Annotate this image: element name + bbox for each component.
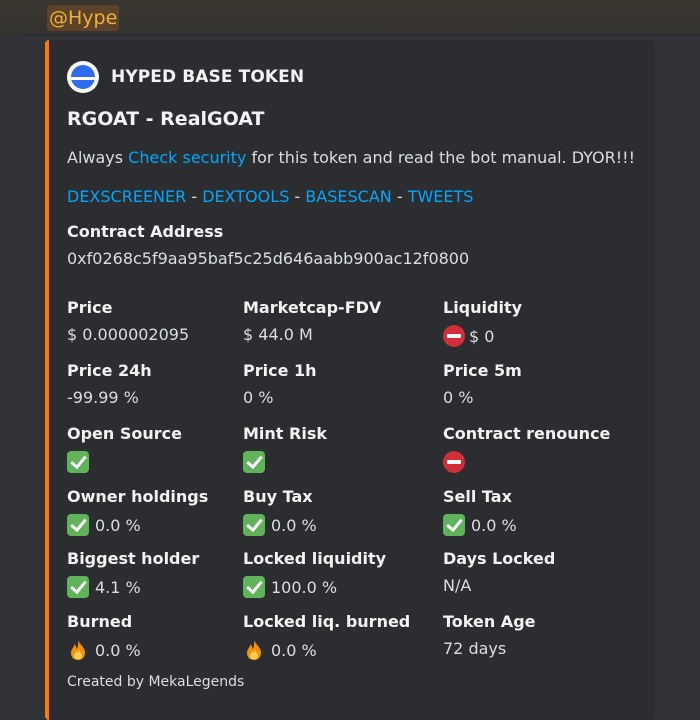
field-value-text: 0 %: [443, 388, 474, 407]
field-name-buy-tax: Buy Tax: [243, 487, 313, 506]
field-value-biggest-holder: 4.1 %: [67, 576, 141, 598]
field-value-text: N/A: [443, 576, 472, 595]
field-value-text: 0.0 %: [471, 515, 517, 535]
field-value-price-5m: 0 %: [443, 388, 473, 407]
field-value-burned: 0.0 %: [67, 639, 141, 661]
field-value-text: 0.0 %: [95, 640, 141, 660]
field-name-price-24h: Price 24h: [67, 361, 152, 380]
field-name-days-locked: Days Locked: [443, 549, 556, 568]
check-icon: [243, 514, 265, 536]
field-value-text: $ 0: [469, 326, 495, 346]
field-value-text: 0 %: [243, 388, 274, 407]
embed-description: Always Check security for this token and…: [67, 148, 635, 167]
link-separator: -: [391, 187, 408, 206]
field-name-price-5m: Price 5m: [443, 361, 522, 380]
link-separator: -: [289, 187, 306, 206]
field-name-sell-tax: Sell Tax: [443, 487, 512, 506]
field-name-owner-holdings: Owner holdings: [67, 487, 209, 506]
link-separator: -: [186, 187, 203, 206]
contract-address-label: Contract Address: [67, 222, 224, 241]
field-value-price: $ 0.000002095: [67, 325, 189, 344]
field-value-owner-holdings: 0.0 %: [67, 514, 141, 536]
field-value-sell-tax: 0.0 %: [443, 514, 517, 536]
field-name-biggest-holder: Biggest holder: [67, 549, 200, 568]
token-embed: HYPED BASE TOKEN RGOAT - RealGOAT Always…: [45, 40, 655, 720]
field-value-price-24h: -99.99 %: [67, 388, 139, 407]
description-prefix: Always: [67, 148, 129, 167]
fire-icon: [243, 639, 265, 661]
tweets-link[interactable]: TWEETS: [408, 187, 474, 206]
field-name-open-source: Open Source: [67, 424, 182, 443]
check-icon: [243, 576, 265, 598]
field-name-burned: Burned: [67, 612, 133, 631]
field-value-text: 0.0 %: [271, 515, 317, 535]
field-value-mint-risk: [243, 451, 271, 473]
field-value-days-locked: N/A: [443, 576, 471, 595]
check-icon: [67, 451, 89, 473]
field-value-token-age: 72 days: [443, 639, 506, 658]
field-value-liquidity: $ 0: [443, 325, 494, 347]
field-name-locked-liquidity: Locked liquidity: [243, 549, 387, 568]
field-value-text: -99.99 %: [67, 388, 139, 407]
embed-author: HYPED BASE TOKEN: [111, 67, 305, 87]
field-value-locked-liquidity: 100.0 %: [243, 576, 337, 598]
contract-address-value[interactable]: 0xf0268c5f9aa95baf5c25d646aabb900ac12f08…: [67, 249, 469, 268]
external-links: DEXSCREENER - DEXTOOLS - BASESCAN - TWEE…: [67, 187, 473, 206]
user-mention[interactable]: @Hype: [47, 5, 120, 31]
fire-icon: [67, 639, 89, 661]
top-divider: [22, 34, 700, 36]
field-value-text: 0.0 %: [95, 515, 141, 535]
field-name-contract-renounce: Contract renounce: [443, 424, 611, 443]
field-name-liquidity: Liquidity: [443, 298, 523, 317]
no-entry-icon: [443, 451, 465, 473]
dexscreener-link[interactable]: DEXSCREENER: [67, 187, 186, 206]
field-name-token-age: Token Age: [443, 612, 536, 631]
field-name-locked-liq-burned: Locked liq. burned: [243, 612, 411, 631]
field-name-price: Price: [67, 298, 113, 317]
field-value-text: 100.0 %: [271, 577, 338, 597]
check-icon: [243, 451, 265, 473]
field-value-text: $ 44.0 M: [243, 325, 313, 344]
field-value-buy-tax: 0.0 %: [243, 514, 317, 536]
field-value-text: 0.0 %: [271, 640, 317, 660]
field-value-open-source: [67, 451, 95, 473]
embed-footer: Created by MekaLegends: [67, 674, 245, 690]
field-value-marketcap-fdv: $ 44.0 M: [243, 325, 313, 344]
field-name-mint-risk: Mint Risk: [243, 424, 327, 443]
check-icon: [443, 514, 465, 536]
check-icon: [67, 576, 89, 598]
field-value-text: $ 0.000002095: [67, 325, 190, 344]
check-icon: [67, 514, 89, 536]
check-security-link[interactable]: Check security: [128, 148, 246, 167]
dextools-link[interactable]: DEXTOOLS: [202, 187, 289, 206]
basescan-link[interactable]: BASESCAN: [305, 187, 391, 206]
field-value-locked-liq-burned: 0.0 %: [243, 639, 317, 661]
no-entry-icon: [443, 325, 465, 347]
author-avatar-icon: [67, 61, 99, 93]
field-name-price-1h: Price 1h: [243, 361, 317, 380]
field-value-price-1h: 0 %: [243, 388, 273, 407]
field-value-text: 4.1 %: [95, 577, 141, 597]
field-name-marketcap-fdv: Marketcap-FDV: [243, 298, 382, 317]
embed-title: RGOAT - RealGOAT: [67, 108, 265, 130]
description-suffix: for this token and read the bot manual. …: [246, 148, 635, 167]
field-value-contract-renounce: [443, 451, 469, 473]
field-value-text: 72 days: [443, 639, 507, 658]
